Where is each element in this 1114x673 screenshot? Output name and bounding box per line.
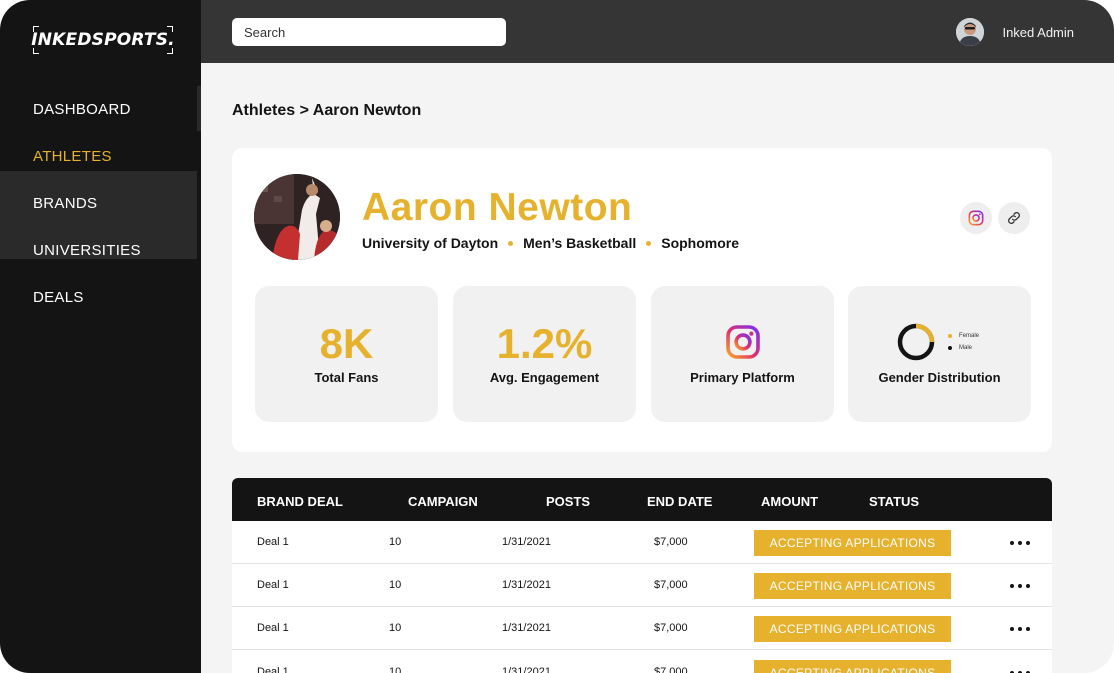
legend-female-dot xyxy=(948,334,952,338)
user-avatar[interactable] xyxy=(956,18,985,46)
athlete-name: Aaron Newton xyxy=(362,186,633,229)
cell-amount: $7,000 xyxy=(654,579,688,591)
col-campaign[interactable]: CAMPAIGN xyxy=(408,478,478,521)
cell-end-date: 1/31/2021 xyxy=(502,579,551,591)
legend-male-label: Male xyxy=(959,345,973,351)
cell-end-date: 1/31/2021 xyxy=(502,536,551,548)
row-more-button[interactable] xyxy=(1010,620,1030,638)
status-badge[interactable]: ACCEPTING APPLICATIONS xyxy=(754,530,951,556)
table-row[interactable]: Deal 1 10 1/31/2021 $7,000 ACCEPTING APP… xyxy=(232,651,1052,673)
separator-dot xyxy=(508,240,514,246)
legend-male-dot xyxy=(948,346,952,350)
instagram-icon xyxy=(968,210,984,226)
sidebar-item-dashboard[interactable]: DASHBOARD xyxy=(0,86,197,133)
deals-table: BRAND DEAL CAMPAIGN POSTS END DATE AMOUN… xyxy=(232,478,1052,673)
table-row[interactable]: Deal 1 10 1/31/2021 $7,000 ACCEPTING APP… xyxy=(232,607,1052,650)
cell-campaign: 10 xyxy=(389,666,402,673)
cell-end-date: 1/31/2021 xyxy=(502,666,551,673)
more-dot xyxy=(1026,541,1030,545)
athlete-university: University of Dayton xyxy=(362,235,499,251)
gender-distribution-label: Gender Distribution xyxy=(878,370,1001,385)
more-dot xyxy=(1018,584,1022,588)
cell-amount: $7,000 xyxy=(654,536,688,548)
cell-amount: $7,000 xyxy=(654,666,688,673)
sidebar: INKEDSPORTS. DASHBOARD ATHLETES BRANDS U… xyxy=(0,0,201,673)
sidebar-item-deals[interactable]: DEALS xyxy=(0,274,197,321)
instagram-button[interactable] xyxy=(960,202,992,234)
cell-campaign: 10 xyxy=(389,579,402,591)
cell-brand-deal: Deal 1 xyxy=(257,666,289,673)
table-row[interactable]: Deal 1 10 1/31/2021 $7,000 ACCEPTING APP… xyxy=(232,521,1052,564)
col-end-date[interactable]: END DATE xyxy=(647,478,712,521)
more-dot xyxy=(1026,627,1030,631)
status-badge[interactable]: ACCEPTING APPLICATIONS xyxy=(754,616,951,642)
stat-primary-platform: Primary Platform xyxy=(651,286,834,422)
user-avatar-image xyxy=(956,18,985,46)
user-menu[interactable]: Inked Admin xyxy=(956,17,1074,47)
search-input[interactable] xyxy=(232,18,506,46)
instagram-icon xyxy=(725,325,760,359)
top-bar: Inked Admin xyxy=(201,0,1114,63)
sidebar-item-athletes[interactable]: ATHLETES xyxy=(0,133,197,180)
cell-campaign: 10 xyxy=(389,622,402,634)
col-posts[interactable]: POSTS xyxy=(546,478,590,521)
legend-female: Female xyxy=(948,330,979,342)
row-more-button[interactable] xyxy=(1010,534,1030,552)
stat-gender-distribution: Female Male Gender Distribution xyxy=(848,286,1031,422)
stat-avg-engagement: 1.2% Avg. Engagement xyxy=(453,286,636,422)
cell-brand-deal: Deal 1 xyxy=(257,622,289,634)
table-header: BRAND DEAL CAMPAIGN POSTS END DATE AMOUN… xyxy=(232,478,1052,521)
more-dot xyxy=(1010,541,1014,545)
separator-dot xyxy=(646,240,652,246)
athlete-photo-image xyxy=(254,174,340,260)
breadcrumb: Athletes > Aaron Newton xyxy=(232,102,422,119)
col-amount[interactable]: AMOUNT xyxy=(761,478,818,521)
sidebar-scroll-indicator xyxy=(197,86,201,131)
cell-brand-deal: Deal 1 xyxy=(257,579,289,591)
stat-total-fans: 8K Total Fans xyxy=(255,286,438,422)
athlete-year: Sophomore xyxy=(661,235,740,251)
col-brand-deal[interactable]: BRAND DEAL xyxy=(257,478,343,521)
more-dot xyxy=(1010,584,1014,588)
avg-engagement-label: Avg. Engagement xyxy=(489,370,600,385)
cell-campaign: 10 xyxy=(389,536,402,548)
total-fans-value: 8K xyxy=(319,320,374,367)
cell-amount: $7,000 xyxy=(654,622,688,634)
gender-donut-chart xyxy=(897,323,935,361)
total-fans-label: Total Fans xyxy=(314,370,379,385)
sidebar-item-brands[interactable]: BRANDS xyxy=(0,180,197,227)
more-dot xyxy=(1018,541,1022,545)
gender-legend: Female Male xyxy=(948,330,979,354)
app-window: INKEDSPORTS. DASHBOARD ATHLETES BRANDS U… xyxy=(0,0,1114,673)
status-badge[interactable]: ACCEPTING APPLICATIONS xyxy=(754,573,951,599)
cell-brand-deal: Deal 1 xyxy=(257,536,289,548)
athlete-sport: Men’s Basketball xyxy=(523,235,637,251)
more-dot xyxy=(1026,584,1030,588)
legend-female-label: Female xyxy=(959,333,980,339)
more-dot xyxy=(1018,627,1022,631)
col-status[interactable]: STATUS xyxy=(869,478,919,521)
cell-end-date: 1/31/2021 xyxy=(502,622,551,634)
legend-male: Male xyxy=(948,342,979,354)
sidebar-item-universities[interactable]: UNIVERSITIES xyxy=(0,227,197,274)
app-logo[interactable]: INKEDSPORTS. xyxy=(31,26,175,54)
link-button[interactable] xyxy=(998,202,1030,234)
row-more-button[interactable] xyxy=(1010,664,1030,673)
athlete-profile-card: Aaron Newton University of Dayton Men’s … xyxy=(232,148,1052,452)
athlete-meta: University of Dayton Men’s Basketball So… xyxy=(362,235,739,251)
avg-engagement-value: 1.2% xyxy=(496,320,593,367)
user-name: Inked Admin xyxy=(1002,24,1074,40)
app-logo-text: INKEDSPORTS. xyxy=(31,30,175,50)
row-more-button[interactable] xyxy=(1010,577,1030,595)
athlete-photo xyxy=(254,174,340,260)
status-badge[interactable]: ACCEPTING APPLICATIONS xyxy=(754,660,951,673)
more-dot xyxy=(1010,627,1014,631)
table-row[interactable]: Deal 1 10 1/31/2021 $7,000 ACCEPTING APP… xyxy=(232,564,1052,607)
primary-platform-label: Primary Platform xyxy=(690,370,795,385)
link-icon xyxy=(1008,212,1020,224)
